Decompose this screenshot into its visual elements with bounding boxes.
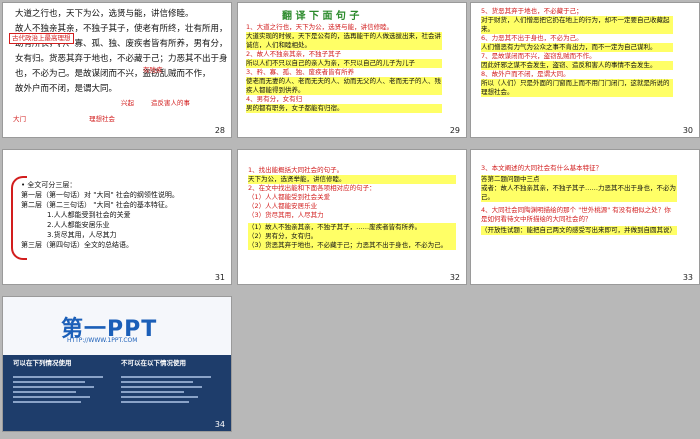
list-item: 第一层（第一句话）对 "大同" 社会的纲领性说明。	[21, 191, 179, 199]
answer: 对于财货，人们憎恶把它扔在地上的行为，却不一定要自己收藏起来。	[481, 16, 673, 34]
note-box: 大门	[13, 115, 26, 123]
question: 7、是故谋闭而不兴，盗窃乱贼而不作。	[481, 52, 596, 60]
answer: （3）货恶其弃于地也，不必藏于己；力恶其不出于身也，不必为己。	[248, 241, 456, 250]
answer: 答第二题问题中三点	[481, 175, 677, 184]
answer: 所以人们不只以自己的亲人为亲，不只以自己的儿子为儿子	[246, 59, 442, 68]
list-item: 2.人人都能安居乐业	[47, 221, 110, 229]
question: 3、本文阐述的大同社会有什么基本特征？	[481, 164, 603, 172]
question: 6、力恶其不出于身也，不必为己。	[481, 34, 583, 42]
slide-thumb-33[interactable]: 3、本文阐述的大同社会有什么基本特征？ 答第二题问题中三点 或者：故人不独亲其亲…	[470, 149, 700, 285]
brand-url: HTTP://WWW.1PPT.COM	[67, 337, 138, 344]
note-box: 古代政治上最高理想	[9, 33, 74, 44]
slide-33-body: 3、本文阐述的大同社会有什么基本特征？ 答第二题问题中三点 或者：故人不独亲其亲…	[481, 164, 677, 235]
slide-number: 34	[214, 420, 225, 429]
note-box: 有残疾	[143, 66, 163, 74]
slide-number: 31	[214, 273, 225, 282]
answer: 男的都有职务，女子都能有归宿。	[246, 104, 442, 113]
question: 4、大同社会同陶渊明描绘的那个 "世外桃源" 有没有相似之处？你是如何看待文中所…	[481, 206, 671, 223]
note-box: 造反害人的事	[151, 99, 190, 107]
answer: 天下为公，选贤举能，讲信修睦。	[248, 175, 456, 184]
note-box: 兴起	[121, 99, 134, 107]
usage-forbidden-list	[121, 373, 211, 423]
slide-number: 33	[682, 273, 693, 282]
answer: 人们憎恶有力气为公众之事不肯出力，而不一定为自己谋利。	[481, 43, 673, 52]
answer: （1）故人不独亲其亲，不独子其子，……废疾者皆有所养。	[248, 223, 456, 232]
question: 2、在文中找出能和下面各项相对应的句子：	[248, 184, 376, 192]
question: 2、故人不独亲其亲，不独子其子	[246, 50, 342, 58]
question: 1、大道之行也，天下为公，选贤与能，讲信修睦。	[246, 23, 394, 31]
slide-thumb-30[interactable]: 5、货恶其弃于地也，不必藏于己； 对于财货，人们憎恶把它扔在地上的行为，却不一定…	[470, 2, 700, 138]
slide-31-body: • 全文可分三层： 第一层（第一句话）对 "大同" 社会的纲领性说明。 第二层（…	[21, 180, 227, 250]
list-item: 第二层（第二三句话） "大同" 社会的基本特征。	[21, 201, 172, 209]
slide-32-body: 1、找出能概括大同社会的句子。 天下为公，选贤举能，讲信修睦。 2、在文中找出能…	[248, 166, 456, 250]
answer: 或者：故人不独亲其亲，不独子其子……力恶其不出于身也，不必为己。	[481, 184, 677, 202]
answer: 因此奸邪之谋不会发生，盗窃、造反和害人的事情不会发生。	[481, 61, 673, 70]
question: （3）货尽其用，人尽其力	[248, 211, 324, 219]
slide-28-line-6: 故外户而不闭，是谓大同。	[15, 84, 118, 94]
question: （2）人人都能安居乐业	[248, 202, 318, 210]
slide-28-body: 大道之行也，天下为公，选贤与能，讲信修睦。 故人不独亲其亲，不独子其子，使老有所…	[15, 7, 229, 97]
note-box: 理想社会	[89, 115, 115, 123]
slide-thumb-28[interactable]: 大道之行也，天下为公，选贤与能，讲信修睦。 故人不独亲其亲，不独子其子，使老有所…	[2, 2, 232, 138]
list-item: 3.货尽其用，人尽其力	[47, 231, 117, 239]
slide-thumb-29[interactable]: 翻 译 下 面 句 子 1、大道之行也，天下为公，选贤与能，讲信修睦。 大道实现…	[237, 2, 467, 138]
list-item: 第三层（第四句话）全文的总结语。	[21, 241, 133, 249]
slide-29-title: 翻 译 下 面 句 子	[282, 11, 360, 22]
usage-forbidden-title: 不可以在以下情况使用	[121, 359, 186, 367]
slide-thumb-31[interactable]: • 全文可分三层： 第一层（第一句话）对 "大同" 社会的纲领性说明。 第二层（…	[2, 149, 232, 285]
slide-thumb-34[interactable]: 第一PPT HTTP://WWW.1PPT.COM 可以在下列情况使用 不可以在…	[2, 296, 232, 432]
answer: （开放性试题：能把自己两文的感受写出来即可，并做到自圆其说）	[481, 226, 677, 235]
question: 8、故外户而不闭，是谓大同。	[481, 70, 570, 78]
slide-28-line-1: 大道之行也，天下为公，选贤与能，讲信修睦。	[15, 9, 194, 19]
answer: 大道实现的时候，天下是公有的，选再能干的人做选拔出来，社会讲诚信，人们和睦相处。	[246, 32, 442, 50]
slide-30-body: 5、货恶其弃于地也，不必藏于己； 对于财货，人们憎恶把它扔在地上的行为，却不一定…	[481, 7, 673, 97]
slide-29-body: 1、大道之行也，天下为公，选贤与能，讲信修睦。 大道实现的时候，天下是公有的，选…	[246, 23, 442, 113]
answer: 使老而无妻的人、老而无夫的人、幼而无父的人、老而无子的人、残疾人都能得到供养。	[246, 77, 442, 95]
question: 1、找出能概括大同社会的句子。	[248, 166, 344, 174]
slide-thumb-32[interactable]: 1、找出能概括大同社会的句子。 天下为公，选贤举能，讲信修睦。 2、在文中找出能…	[237, 149, 467, 285]
slide-28-line-4: 女有归。货恶其弃于地也，不必藏于己；力恶其不出于身	[15, 54, 228, 64]
question: （1）人人都能受到社会关爱	[248, 193, 331, 201]
answer: 所以（人们）只是外面的门窗而上而不用门门闭门，这就是所说的理想社会。	[481, 79, 673, 97]
list-item: 1.人人都能受到社会的关爱	[47, 211, 131, 219]
info-panel: 可以在下列情况使用 不可以在以下情况使用	[3, 355, 231, 431]
usage-allowed-list	[13, 373, 103, 423]
slide-28-line-5: 也，不必为己。是故谋闭而不兴，盗窃乱贼而不作，	[15, 69, 211, 79]
list-item: • 全文可分三层：	[21, 181, 77, 189]
slide-number: 29	[449, 126, 460, 135]
question: 5、货恶其弃于地也，不必藏于己；	[481, 7, 583, 15]
answer: （2）男有分，女有归。	[248, 232, 456, 241]
question: 3、矜、寡、孤、独、废疾者皆有所养	[246, 68, 355, 76]
slide-number: 28	[214, 126, 225, 135]
slide-number: 32	[449, 273, 460, 282]
slide-number: 30	[682, 126, 693, 135]
usage-allowed-title: 可以在下列情况使用	[13, 359, 72, 367]
logo-banner: 第一PPT HTTP://WWW.1PPT.COM	[3, 297, 231, 355]
question: 4、男有分，女有归	[246, 95, 303, 103]
